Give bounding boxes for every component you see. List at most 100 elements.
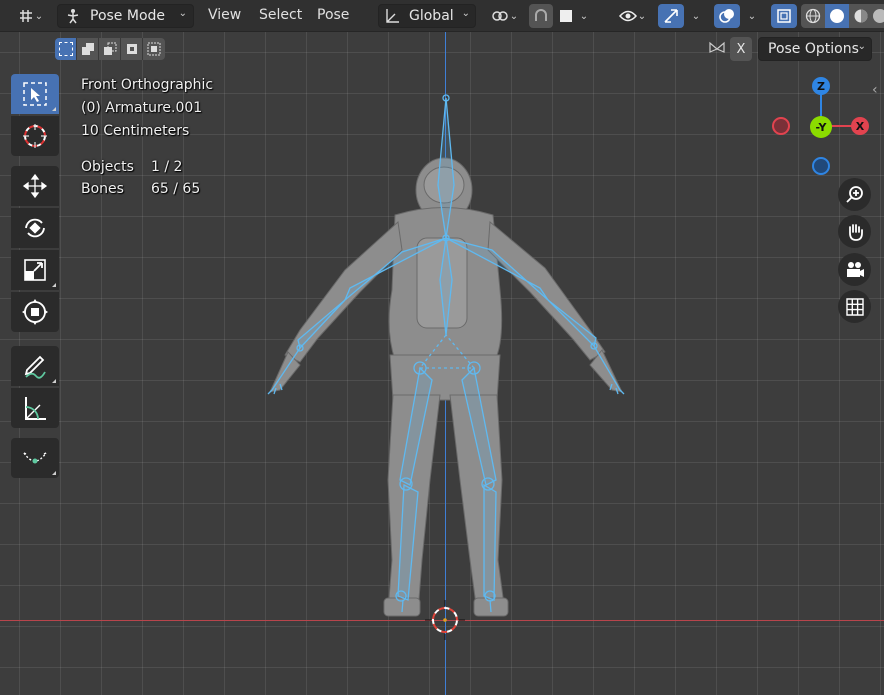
submenu-corner-icon: [52, 379, 56, 383]
gizmo-x-axis[interactable]: X: [851, 117, 869, 135]
overlays-toggle[interactable]: [714, 4, 740, 28]
snap-target-dropdown[interactable]: ⌄: [555, 4, 593, 28]
rendered-sphere-icon: [873, 9, 884, 23]
transform-icon: [22, 299, 48, 325]
tool-annotate[interactable]: [11, 346, 59, 386]
chevron-down-icon: ⌄: [509, 10, 519, 22]
select-extend-button[interactable]: [77, 38, 99, 60]
chevron-down-icon: ⌄: [857, 41, 866, 52]
visibility-dropdown[interactable]: ⌄: [612, 4, 652, 28]
chevron-down-icon: ⌄: [461, 8, 470, 19]
cursor-icon: [23, 124, 47, 148]
stats-objects-value: 1 / 2: [151, 159, 183, 175]
chevron-down-icon: ⌄: [637, 10, 647, 22]
chevron-down-icon: ⌄: [691, 10, 701, 22]
gizmo-neg-y-axis[interactable]: -Y: [810, 116, 832, 138]
gizmo-neg-z-axis[interactable]: [812, 157, 830, 175]
select-box-icon: [23, 82, 47, 106]
select-invert-button[interactable]: [121, 38, 143, 60]
gizmo-toggle[interactable]: [658, 4, 684, 28]
wireframe-shading-button[interactable]: [801, 4, 825, 28]
menu-view[interactable]: View: [208, 7, 241, 23]
tool-rotate[interactable]: [11, 208, 59, 248]
pose-mode-icon: [67, 9, 79, 24]
eye-icon: [618, 10, 637, 22]
measure-ruler-icon: [25, 397, 46, 420]
stats-bones-value: 65 / 65: [151, 181, 201, 197]
pan-button[interactable]: [838, 215, 871, 248]
link-icon: [492, 11, 508, 21]
pose-options-dropdown[interactable]: Pose Options ⌄: [758, 37, 872, 61]
select-extend-icon: [81, 43, 94, 55]
3d-cursor: [425, 600, 465, 640]
gizmo-neg-x-axis[interactable]: [772, 117, 790, 135]
tool-cursor[interactable]: [11, 116, 59, 156]
x-mirror-toggle[interactable]: X: [730, 37, 752, 61]
select-invert-icon: [126, 44, 137, 54]
pose-relax-icon: [23, 452, 47, 464]
tool-relax-pose[interactable]: [11, 438, 59, 478]
orientation-axes-icon: [386, 9, 399, 23]
view-name: Front Orthographic: [81, 77, 214, 93]
rotate-icon: [25, 218, 45, 238]
zoom-button[interactable]: [838, 178, 871, 211]
hand-icon: [848, 223, 863, 241]
orientation-label: Global: [409, 8, 454, 24]
wireframe-sphere-icon: [805, 8, 821, 24]
mode-dropdown[interactable]: Pose Mode ⌄: [57, 4, 194, 28]
stats-objects-label: Objects: [81, 159, 134, 175]
transform-gizmo-icon: [664, 9, 678, 23]
grid-icon: [845, 297, 864, 316]
chevron-down-icon: ⌄: [34, 10, 44, 22]
menu-pose[interactable]: Pose: [317, 7, 349, 23]
square-icon: [559, 10, 572, 22]
x-mirror-label: X: [736, 41, 746, 57]
menu-select[interactable]: Select: [259, 7, 302, 23]
pivot-point-dropdown[interactable]: ⌄: [484, 4, 524, 28]
tool-measure[interactable]: [11, 388, 59, 428]
axes-grid-icon: [19, 10, 32, 22]
tool-transform[interactable]: [11, 292, 59, 332]
gizmo-dropdown[interactable]: ⌄: [686, 4, 706, 28]
tool-move[interactable]: [11, 166, 59, 206]
rendered-shading-button[interactable]: [873, 4, 884, 28]
select-intersect-button[interactable]: [143, 38, 165, 60]
solid-shading-button[interactable]: [825, 4, 849, 28]
tool-select-box[interactable]: [11, 74, 59, 114]
stats-bones-label: Bones: [81, 181, 124, 197]
navigation-gizmo[interactable]: Z -Y X: [770, 76, 874, 180]
gizmo-z-axis[interactable]: Z: [812, 77, 830, 95]
active-object-name: (0) Armature.001: [81, 100, 203, 116]
grid-scale: 10 Centimeters: [81, 123, 190, 139]
scale-icon: [24, 259, 46, 281]
select-subtract-button[interactable]: [99, 38, 121, 60]
viewport-header: ⌄ Pose Mode ⌄ View Select Pose Global ⌄ …: [0, 0, 884, 32]
material-shading-button[interactable]: [849, 4, 873, 28]
gizmo-z-label: Z: [817, 79, 825, 93]
xray-toggle[interactable]: [771, 4, 797, 28]
chevron-down-icon: ⌄: [178, 8, 187, 19]
pose-options-label: Pose Options: [768, 41, 859, 57]
select-subtract-icon: [103, 42, 116, 55]
zoom-magnifier-icon: [845, 185, 863, 203]
mode-label: Pose Mode: [90, 8, 166, 24]
camera-view-button[interactable]: [838, 253, 871, 286]
tool-scale[interactable]: [11, 250, 59, 290]
ortho-perspective-toggle[interactable]: [838, 290, 871, 323]
gizmo-x-label: X: [855, 119, 865, 133]
material-sphere-icon: [854, 9, 868, 23]
xray-icon: [777, 9, 791, 23]
submenu-corner-icon: [52, 471, 56, 475]
transform-orientation-dropdown[interactable]: Global ⌄: [378, 4, 476, 28]
mirror-icon-button[interactable]: [706, 38, 728, 60]
camera-icon: [846, 261, 864, 277]
snap-toggle[interactable]: [529, 4, 553, 28]
editor-type-button[interactable]: ⌄: [10, 4, 50, 28]
select-new-button[interactable]: [55, 38, 77, 60]
chevron-down-icon: ⌄: [579, 10, 589, 22]
move-icon: [22, 173, 48, 199]
solid-sphere-icon: [830, 9, 844, 23]
submenu-corner-icon: [52, 283, 56, 287]
magnet-icon: [535, 9, 547, 21]
overlays-dropdown[interactable]: ⌄: [742, 4, 762, 28]
